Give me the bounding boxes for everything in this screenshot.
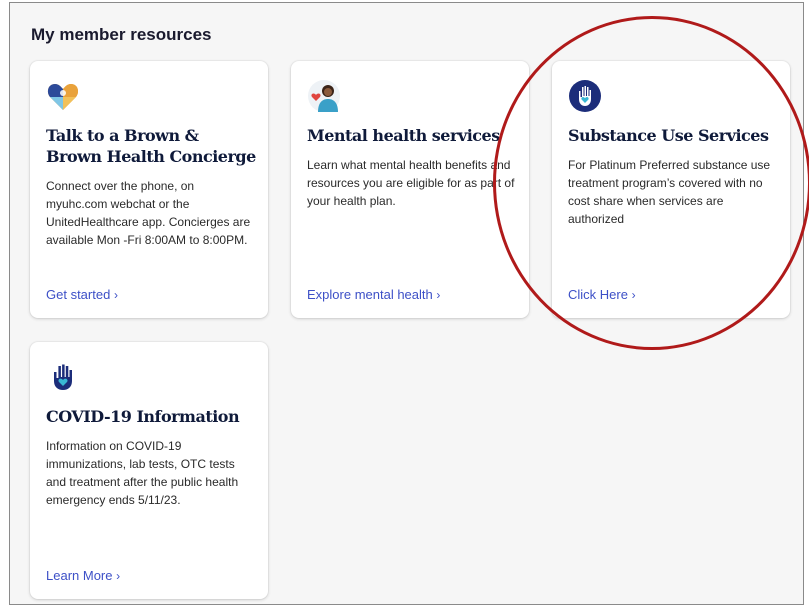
chevron-right-icon: › [631,288,636,302]
chevron-right-icon: › [436,288,441,302]
card-description: Information on COVID-19 immunizations, l… [46,439,239,507]
card-description: Connect over the phone, on myuhc.com web… [46,179,251,247]
link-label: Explore mental health [307,287,433,302]
card-description: For Platinum Preferred substance use tre… [568,158,771,226]
card-title: Mental health services [307,126,500,145]
card-concierge: Talk to a Brown & Brown Health Concierge… [30,61,268,318]
card-substance-use: Substance Use Services For Platinum Pref… [552,61,790,318]
card-covid: COVID-19 Information Information on COVI… [30,342,268,599]
puzzle-heart-icon [46,79,80,113]
card-title: Substance Use Services [568,126,769,145]
link-label: Learn More [46,568,113,583]
link-label: Get started [46,287,111,302]
section-title: My member resources [31,25,212,44]
hand-heart-icon [46,360,80,394]
link-label: Click Here [568,287,628,302]
hand-heart-icon [568,79,602,113]
card-description: Learn what mental health benefits and re… [307,158,515,208]
explore-mental-health-link[interactable]: Explore mental health › [307,287,440,302]
person-heart-icon [307,79,341,113]
learn-more-link[interactable]: Learn More › [46,568,120,583]
card-title: Talk to a Brown & Brown Health Concierge [46,126,256,166]
click-here-link[interactable]: Click Here › [568,287,636,302]
card-mental-health: Mental health services Learn what mental… [291,61,529,318]
chevron-right-icon: › [113,288,118,302]
get-started-link[interactable]: Get started › [46,287,118,302]
chevron-right-icon: › [116,569,121,583]
card-title: COVID-19 Information [46,407,240,426]
